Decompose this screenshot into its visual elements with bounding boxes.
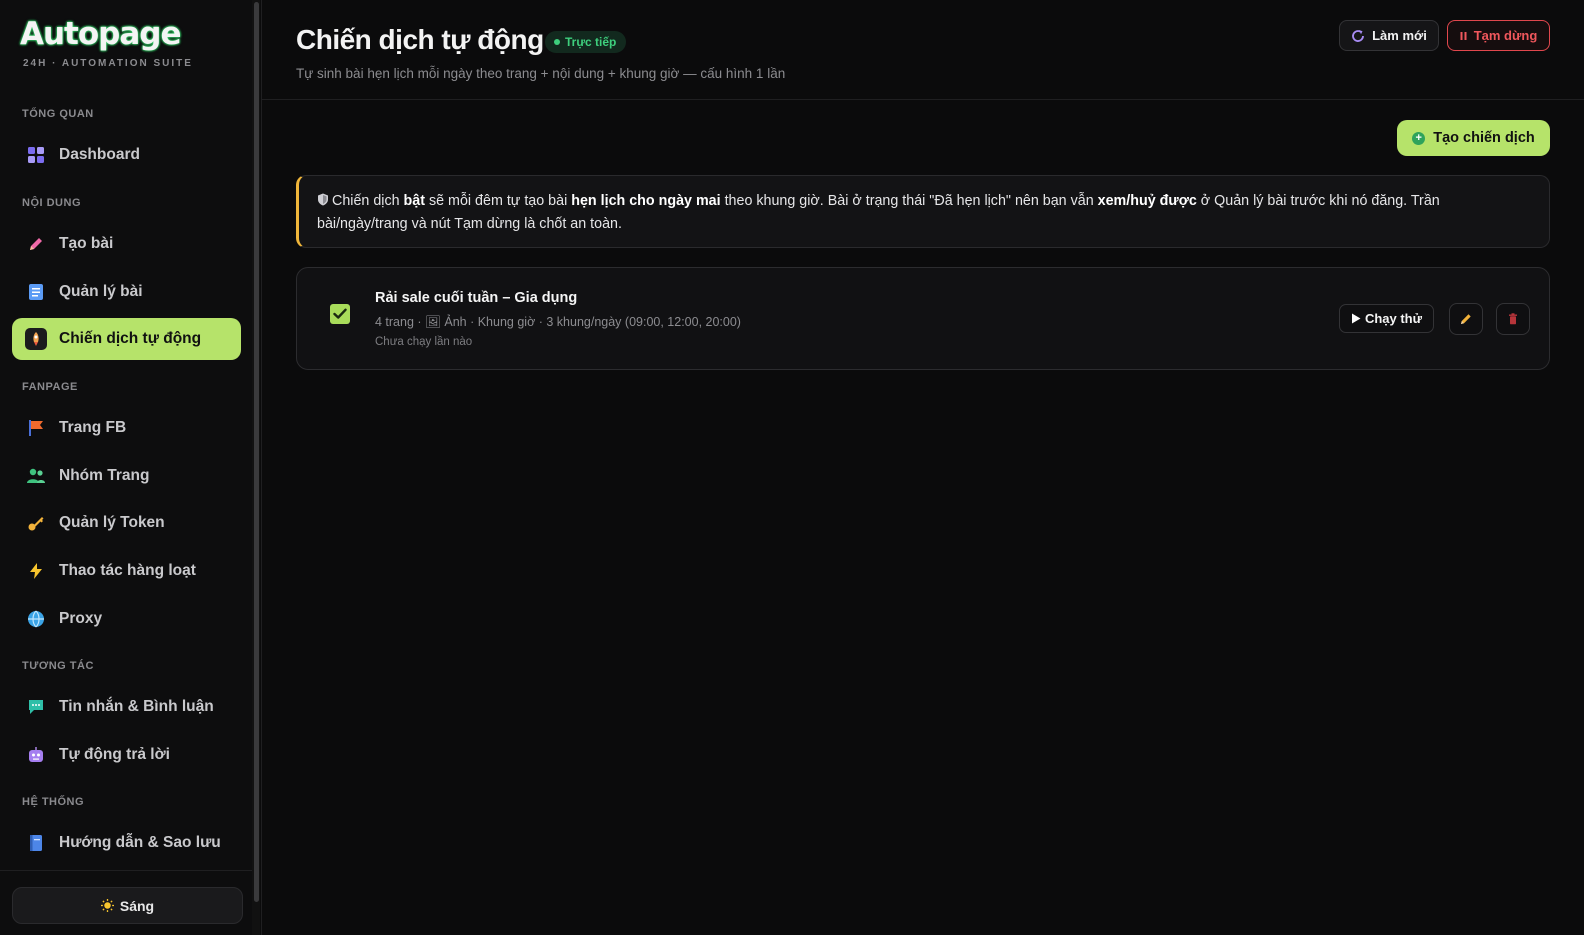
sidebar-item-label: Dashboard	[59, 146, 140, 163]
sidebar-item-manage-posts[interactable]: Quản lý bài	[12, 271, 241, 313]
pause-icon	[1460, 31, 1468, 41]
info-highlight-on: bật	[403, 193, 425, 209]
campaign-meta: 4 trang · 🖼 Ảnh · Khung giờ · 3 khung/ng…	[375, 315, 741, 329]
sidebar-item-page-groups[interactable]: Nhóm Trang	[12, 455, 241, 497]
book-icon	[24, 831, 48, 855]
sidebar-item-bulk-actions[interactable]: Thao tác hàng loạt	[12, 550, 241, 592]
grid-icon	[24, 143, 48, 167]
pencil-icon	[24, 232, 48, 256]
shield-icon	[317, 191, 329, 213]
document-icon	[24, 280, 48, 304]
sidebar-item-label: Chiến dịch tự động	[59, 330, 202, 347]
info-highlight-view-cancel: xem/huỷ được	[1097, 193, 1197, 209]
sidebar-item-label: Proxy	[59, 610, 103, 627]
plus-circle-icon: +	[1412, 131, 1426, 145]
refresh-label: Làm mới	[1372, 28, 1427, 43]
rocket-icon	[24, 327, 48, 351]
sidebar-item-fb-pages[interactable]: Trang FB	[12, 407, 241, 449]
section-title-system: HỆ THỐNG	[22, 796, 85, 808]
section-title-content: NỘI DUNG	[22, 197, 81, 209]
sidebar-item-label: Trang FB	[59, 419, 127, 436]
pause-label: Tạm dừng	[1473, 28, 1538, 43]
sidebar-item-label: Quản lý Token	[59, 514, 165, 531]
info-text: sẽ mỗi đêm tự tạo bài	[424, 193, 572, 209]
campaign-card: Rải sale cuối tuần – Gia dụng 4 trang · …	[296, 267, 1550, 370]
campaign-run-status: Chưa chạy lần nào	[375, 336, 473, 348]
play-icon	[1351, 313, 1361, 324]
info-highlight-schedule: hẹn lịch cho ngày mai	[571, 193, 721, 209]
live-status-badge: Trực tiếp	[545, 31, 627, 53]
info-text: Chiến dịch	[332, 193, 404, 209]
lightning-icon	[24, 559, 48, 583]
delete-campaign-button[interactable]	[1496, 303, 1530, 335]
robot-icon	[24, 743, 48, 767]
sidebar-item-create-post[interactable]: Tạo bài	[12, 223, 241, 265]
brand-logo[interactable]: Autopage	[20, 16, 182, 52]
chat-icon	[24, 695, 48, 719]
test-run-button[interactable]: Chạy thử	[1339, 304, 1434, 333]
campaign-enabled-checkbox[interactable]	[330, 304, 350, 324]
trash-icon	[1508, 313, 1518, 325]
create-campaign-label: Tạo chiến dịch	[1433, 130, 1535, 146]
page-title: Chiến dịch tự động	[296, 24, 544, 55]
key-icon	[24, 511, 48, 535]
sidebar-item-label: Thao tác hàng loạt	[59, 562, 196, 579]
main-divider	[261, 0, 262, 935]
sidebar-item-label: Tự động trả lời	[59, 746, 170, 763]
test-run-label: Chạy thử	[1364, 311, 1423, 326]
sidebar: Autopage 24H · AUTOMATION SUITE TỔNG QUA…	[0, 0, 252, 935]
section-title-interaction: TƯƠNG TÁC	[22, 660, 94, 672]
sidebar-item-guide-backup[interactable]: Hướng dẫn & Sao lưu	[12, 822, 241, 864]
sidebar-item-label: Hướng dẫn & Sao lưu	[59, 834, 221, 851]
sidebar-item-token-manager[interactable]: Quản lý Token	[12, 502, 241, 544]
sidebar-item-label: Quản lý bài	[59, 283, 143, 300]
sidebar-divider	[0, 870, 252, 871]
refresh-icon	[1351, 29, 1365, 43]
sidebar-item-messages-comments[interactable]: Tin nhắn & Bình luận	[12, 686, 241, 728]
sidebar-item-label: Tạo bài	[59, 235, 114, 252]
sidebar-item-auto-reply[interactable]: Tự động trả lời	[12, 734, 241, 776]
refresh-button[interactable]: Làm mới	[1339, 20, 1439, 51]
section-title-overview: TỔNG QUAN	[22, 108, 94, 120]
page-subtitle: Tự sinh bài hẹn lịch mỗi ngày theo trang…	[296, 66, 786, 81]
header-divider	[262, 99, 1584, 100]
section-title-fanpage: FANPAGE	[22, 381, 78, 393]
info-notice: Chiến dịch bật sẽ mỗi đêm tự tạo bài hẹn…	[296, 175, 1550, 248]
pause-button[interactable]: Tạm dừng	[1447, 20, 1550, 51]
pencil-icon	[1459, 312, 1473, 326]
theme-toggle-label: Sáng	[119, 897, 155, 914]
sidebar-item-proxy[interactable]: Proxy	[12, 598, 241, 640]
flag-icon	[24, 416, 48, 440]
create-campaign-button[interactable]: + Tạo chiến dịch	[1397, 120, 1550, 156]
sidebar-scrollbar-thumb[interactable]	[254, 2, 259, 902]
sidebar-item-dashboard[interactable]: Dashboard	[12, 134, 241, 176]
sun-icon	[100, 899, 114, 912]
edit-campaign-button[interactable]	[1449, 303, 1483, 335]
theme-toggle-button[interactable]: Sáng	[12, 887, 243, 924]
info-text: theo khung giờ. Bài ở trạng thái "Đã hẹn…	[720, 193, 1098, 209]
sidebar-item-label: Nhóm Trang	[59, 467, 150, 484]
sidebar-item-label: Tin nhắn & Bình luận	[59, 698, 214, 715]
globe-icon	[24, 607, 48, 631]
users-icon	[24, 464, 48, 488]
brand-tagline: 24H · AUTOMATION SUITE	[23, 58, 193, 69]
campaign-name: Rải sale cuối tuần – Gia dụng	[375, 290, 578, 306]
sidebar-item-auto-campaigns[interactable]: Chiến dịch tự động	[12, 318, 241, 360]
